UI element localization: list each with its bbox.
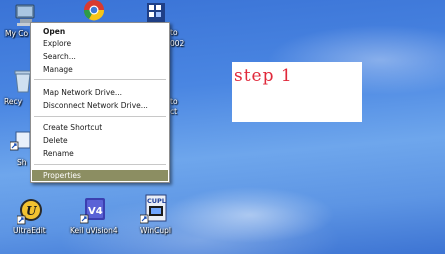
wincupl-icon: CUPL <box>140 194 167 224</box>
partial-icon-label-b: to <box>170 97 178 106</box>
my-computer-label: My Co <box>4 29 30 38</box>
ultraedit-shortcut[interactable]: U <box>17 197 45 225</box>
ultraedit-icon: U <box>17 199 42 225</box>
step-annotation-box: step 1 <box>232 62 362 122</box>
wincupl-shortcut[interactable]: CUPL <box>140 193 170 225</box>
menu-item-create-shortcut[interactable]: Create Shortcut <box>32 122 168 133</box>
uvision-icon: V4 <box>80 198 105 224</box>
recycle-bin-label: Recy <box>4 97 23 106</box>
menu-separator <box>34 116 166 117</box>
menu-item-open[interactable]: Open <box>32 26 168 37</box>
partial-icon-label-2: 002 <box>170 39 185 48</box>
partial-icon-label: to <box>170 28 178 37</box>
chrome-icon <box>83 0 105 21</box>
context-menu: Open Explore Search... Manage Map Networ… <box>30 22 170 183</box>
wincupl-label: WinCupl <box>140 226 171 235</box>
menu-item-manage[interactable]: Manage <box>32 64 168 75</box>
menu-item-search[interactable]: Search... <box>32 51 168 62</box>
keil-label: Keil uVision4 <box>70 226 118 235</box>
menu-separator <box>34 164 166 165</box>
chrome-shortcut[interactable] <box>82 0 108 22</box>
grid-app-icon <box>147 3 165 23</box>
cupl-glyph-text: CUPL <box>147 197 166 205</box>
menu-item-map-network-drive[interactable]: Map Network Drive... <box>32 87 168 98</box>
uvision-glyph-text: V4 <box>88 206 103 217</box>
menu-item-explore[interactable]: Explore <box>32 38 168 49</box>
menu-separator <box>34 79 166 80</box>
sh-label: Sh <box>17 158 27 167</box>
keil-uvision-shortcut[interactable]: V4 <box>80 196 108 224</box>
menu-item-properties[interactable]: Properties <box>32 170 168 181</box>
step-annotation-text: step 1 <box>234 66 293 86</box>
partial-icon-label-b2: ct <box>170 107 178 116</box>
menu-item-rename[interactable]: Rename <box>32 148 168 159</box>
menu-item-delete[interactable]: Delete <box>32 135 168 146</box>
menu-item-disconnect-network-drive[interactable]: Disconnect Network Drive... <box>32 100 168 111</box>
svg-text:U: U <box>26 204 38 218</box>
ultraedit-label: UltraEdit <box>13 226 46 235</box>
desktop-background: My Co to 002 Recy to ct Sh U UltraEdit V… <box>0 0 445 254</box>
folder-shortcut-icon <box>10 131 31 151</box>
